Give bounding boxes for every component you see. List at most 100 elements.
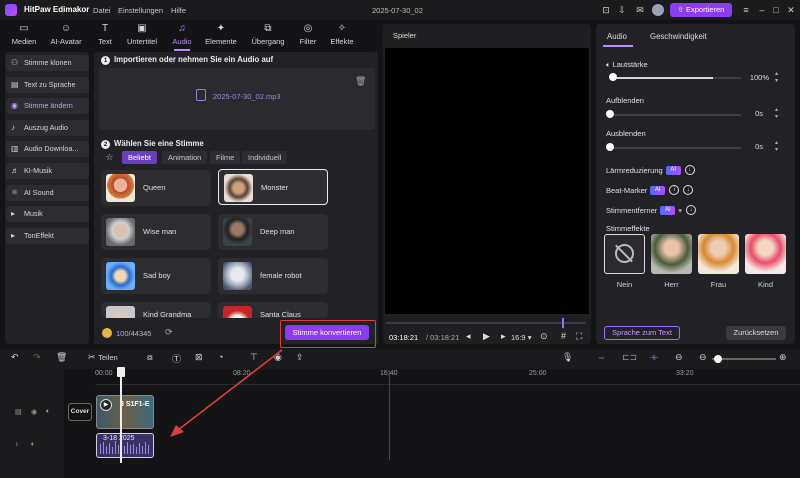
next-frame-icon[interactable]: ▸ xyxy=(501,331,506,342)
maximize-icon[interactable]: □ xyxy=(771,5,781,15)
minimize-icon[interactable]: – xyxy=(757,5,767,15)
sidebar-item-ai-music[interactable]: ♬ KI-Musik xyxy=(6,163,89,179)
video-track-icon[interactable]: ▤ xyxy=(15,408,22,416)
zoom-knob[interactable] xyxy=(714,355,722,363)
mail-icon[interactable]: ✉ xyxy=(635,5,645,15)
track-mute-icon[interactable]: 🔈︎ xyxy=(31,441,35,449)
zoom-out-icon[interactable]: ⊖ xyxy=(699,352,707,363)
audio-track-icon[interactable]: ♪ xyxy=(15,441,19,448)
eye-icon[interactable]: ◉ xyxy=(31,408,37,416)
sidebar-item-extract-audio[interactable]: ♪ Auszug Audio xyxy=(6,120,89,136)
reset-button[interactable]: Zurücksetzen xyxy=(726,326,786,340)
filter-movies[interactable]: Filme xyxy=(210,151,241,164)
filter-custom[interactable]: Individuell xyxy=(242,151,288,164)
download-icon[interactable]: ⇩ xyxy=(617,5,627,15)
sidebar-item-ai-sound[interactable]: ⚛ AI Sound xyxy=(6,185,89,201)
tab-elements[interactable]: ✦ Elemente xyxy=(201,22,241,48)
video-preview[interactable] xyxy=(385,48,589,314)
tab-media[interactable]: ▭ Medien xyxy=(4,22,44,48)
info-icon[interactable]: i xyxy=(669,185,680,195)
voice-card-sad-boy[interactable]: Sad boy xyxy=(101,258,211,294)
speed-icon[interactable]: ◔ xyxy=(218,352,223,362)
volume-value[interactable]: 100% xyxy=(747,72,769,84)
zoom-in-icon[interactable]: ⊕ xyxy=(779,352,787,363)
download-circle-icon[interactable]: ↓ xyxy=(683,185,694,195)
trash-icon[interactable]: 🗑 xyxy=(355,76,366,87)
fade-out-knob[interactable] xyxy=(606,143,614,151)
tab-speed[interactable]: Geschwindigkeit xyxy=(650,32,707,41)
filter-popular[interactable]: Beliebt xyxy=(122,151,157,164)
prev-frame-icon[interactable]: ◂ xyxy=(466,331,471,342)
cart-icon[interactable]: ⊡ xyxy=(601,5,611,15)
download-circle-icon[interactable]: ↓ xyxy=(686,205,697,215)
text-add-icon[interactable]: ⊤ xyxy=(250,352,258,363)
voice-card-queen[interactable]: Queen xyxy=(101,170,211,206)
tab-subtitles[interactable]: ▣ Untertitel xyxy=(122,22,162,48)
fade-in-stepper-icon[interactable]: ▴ ▾ xyxy=(775,106,778,120)
playback-progress[interactable] xyxy=(386,322,586,324)
playhead[interactable] xyxy=(120,367,122,463)
effect-child[interactable] xyxy=(745,234,786,274)
sidebar-item-tts[interactable]: ▤ Text zu Sprache xyxy=(6,77,89,93)
voice-card-monster[interactable]: Monster xyxy=(218,169,328,205)
magnet-icon[interactable]: ⊏⊐ xyxy=(622,352,637,363)
dropdown-caret-icon[interactable]: ▾ xyxy=(678,206,682,215)
aspect-ratio-select[interactable]: 16:9 ▾ xyxy=(511,333,531,342)
tab-text[interactable]: T Text xyxy=(85,22,125,48)
tab-effects[interactable]: ✧ Effekte xyxy=(322,22,362,48)
speech-to-text-button[interactable]: Sprache zum Text xyxy=(604,326,680,340)
user-avatar[interactable] xyxy=(652,4,664,16)
menu-icon[interactable]: ≡ xyxy=(741,5,751,15)
effect-none[interactable] xyxy=(604,234,645,274)
export-button[interactable]: ⇧ Exportieren xyxy=(670,3,732,17)
tab-audio-props[interactable]: Audio xyxy=(607,32,627,41)
undo-icon[interactable]: ↶ xyxy=(11,352,19,363)
fade-in-knob[interactable] xyxy=(606,110,614,118)
snapshot-icon[interactable]: ⊙ xyxy=(540,331,548,342)
split-button[interactable]: ✂ Teilen xyxy=(88,352,118,363)
voice-card-deep-man[interactable]: Deep man xyxy=(218,214,328,250)
sidebar-item-music[interactable]: ▸ Musik xyxy=(6,206,89,222)
tab-audio[interactable]: ♫ Audio xyxy=(162,22,202,51)
split-track-icon[interactable]: ⟛ xyxy=(650,352,658,363)
close-icon[interactable]: ✕ xyxy=(786,5,796,15)
fade-in-slider[interactable] xyxy=(610,114,741,116)
grid-icon[interactable]: # xyxy=(561,331,566,341)
redo-icon[interactable]: ↷ xyxy=(33,352,41,363)
playback-handle[interactable] xyxy=(562,318,564,328)
fullscreen-icon[interactable]: ⛶ xyxy=(576,331,582,342)
refresh-icon[interactable]: ⟳ xyxy=(165,327,173,338)
play-icon[interactable]: ▶ xyxy=(483,331,490,342)
voice-card-kind-grandma[interactable]: Kind Grandma xyxy=(101,302,211,318)
sidebar-item-voice-clone[interactable]: ⚇ Stimme klonen xyxy=(6,55,89,71)
fade-out-value[interactable]: 0s xyxy=(741,141,763,153)
track-mute-icon[interactable]: 🔈︎ xyxy=(46,408,50,416)
cover-button[interactable]: Cover xyxy=(68,403,92,421)
favorite-star-icon[interactable]: ☆ xyxy=(103,151,116,164)
sidebar-item-audio-download[interactable]: ▥ Audio Downloa... xyxy=(6,141,89,157)
fade-in-value[interactable]: 0s xyxy=(741,108,763,120)
timeline-ruler[interactable]: 00:00 08:20 16:40 25:00 33:20 xyxy=(95,370,800,380)
delete-icon[interactable]: 🗑 xyxy=(56,352,67,363)
fit-icon[interactable]: ⊖ xyxy=(675,352,683,363)
export-frame-icon[interactable]: ⇪ xyxy=(296,352,304,363)
menu-file[interactable]: Datei xyxy=(93,6,111,15)
link-icon[interactable]: ⇔ xyxy=(597,352,606,362)
effect-woman[interactable] xyxy=(698,234,739,274)
mute-icon[interactable]: ⊠ xyxy=(195,352,203,363)
sidebar-item-sound-effect[interactable]: ▸ TonEffekt xyxy=(6,228,89,244)
microphone-icon[interactable]: 🎙︎ xyxy=(562,352,573,363)
filter-animation[interactable]: Animation xyxy=(162,151,208,164)
text-tool-icon[interactable]: Ⓣ xyxy=(172,352,181,365)
tab-ai-avatar[interactable]: ☺ AI-Avatar xyxy=(46,22,86,48)
download-circle-icon[interactable]: ↓ xyxy=(684,165,695,175)
play-clip-icon[interactable]: ▶ xyxy=(100,399,112,411)
fade-out-slider[interactable] xyxy=(610,147,741,149)
voice-card-female-robot[interactable]: female robot xyxy=(218,258,328,294)
menu-settings[interactable]: Einstellungen xyxy=(118,6,163,15)
effect-man[interactable] xyxy=(651,234,692,274)
sidebar-item-voice-changer[interactable]: ◉ Stimme ändern xyxy=(6,98,89,114)
record-icon[interactable]: ◉ xyxy=(274,352,282,363)
volume-knob[interactable] xyxy=(609,73,617,81)
voice-card-santa[interactable]: Santa Claus xyxy=(218,302,328,318)
